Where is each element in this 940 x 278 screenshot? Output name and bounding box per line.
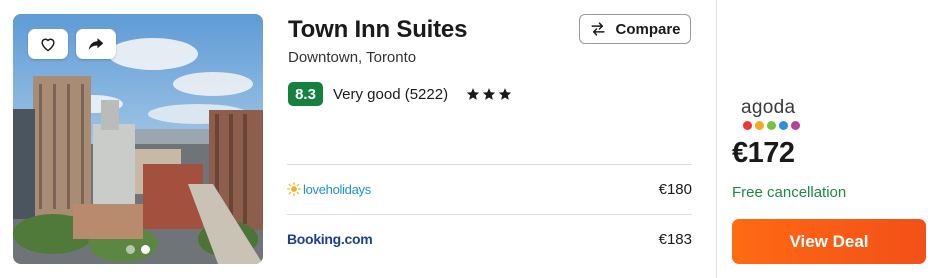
favorite-button[interactable]: [28, 29, 68, 59]
booking-logo: Booking.com: [287, 231, 373, 247]
column-separator: [716, 0, 717, 278]
sun-icon: [287, 182, 301, 196]
provider-row-loveholidays[interactable]: loveholidays €180: [287, 165, 692, 213]
agoda-logo: agoda: [741, 98, 800, 130]
hotel-result-card: Town Inn Suites Downtown, Toronto 8.3 Ve…: [0, 0, 940, 278]
carousel-dots: [13, 245, 263, 254]
loveholidays-logo: loveholidays: [287, 182, 371, 197]
share-arrow-icon: [88, 38, 104, 50]
compare-button[interactable]: Compare: [579, 14, 691, 44]
star-rating: [466, 87, 512, 101]
review-rating-label[interactable]: Very good (5222): [333, 86, 448, 103]
carousel-dot-active[interactable]: [141, 245, 150, 254]
deal-price: €172: [732, 137, 795, 169]
review-score-badge: 8.3: [288, 82, 323, 106]
hotel-name[interactable]: Town Inn Suites: [288, 16, 467, 44]
heart-icon: [41, 38, 55, 52]
star-icon: [482, 88, 496, 100]
provider-price: €180: [658, 180, 692, 198]
rating-row: 8.3 Very good (5222): [288, 82, 512, 106]
carousel-dot[interactable]: [126, 245, 135, 254]
share-button[interactable]: [76, 29, 116, 59]
star-icon: [466, 88, 480, 100]
swap-arrows-icon: [591, 22, 606, 36]
view-deal-button[interactable]: View Deal: [732, 219, 926, 264]
hotel-photo[interactable]: [13, 14, 263, 264]
provider-row-booking[interactable]: Booking.com €183: [287, 215, 692, 263]
hotel-location: Downtown, Toronto: [288, 49, 417, 66]
star-icon: [498, 88, 512, 100]
provider-price: €183: [658, 230, 692, 248]
compare-label: Compare: [615, 20, 681, 38]
agoda-logo-dots: [741, 121, 800, 130]
free-cancellation-label: Free cancellation: [732, 184, 847, 201]
